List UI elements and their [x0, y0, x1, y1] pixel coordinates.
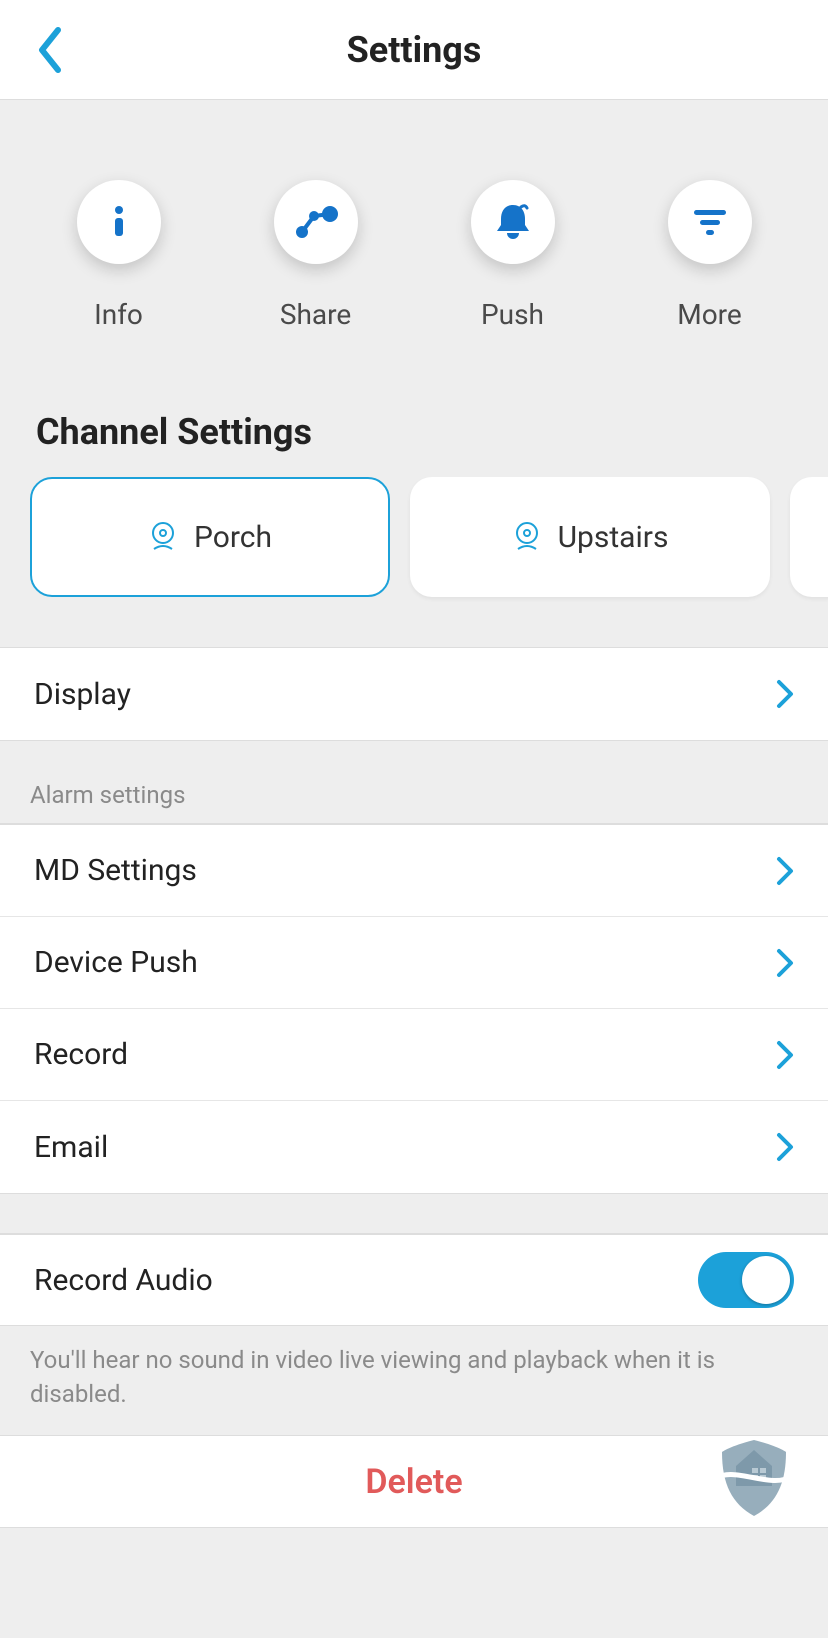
channel-card-peek[interactable] — [790, 477, 828, 597]
chevron-right-icon — [776, 948, 794, 978]
header: Settings — [0, 0, 828, 100]
device-push-label: Device Push — [34, 945, 198, 980]
alarm-settings-header: Alarm settings — [0, 741, 828, 824]
back-button[interactable] — [30, 20, 70, 80]
alarm-group: MD Settings Device Push Record Email — [0, 824, 828, 1194]
channel-settings-title: Channel Settings — [0, 391, 828, 477]
page-title: Settings — [347, 29, 482, 71]
info-label: Info — [94, 298, 143, 331]
chevron-right-icon — [776, 679, 794, 709]
more-button[interactable]: More — [668, 180, 752, 331]
chevron-right-icon — [776, 1040, 794, 1070]
camera-icon — [512, 521, 542, 553]
delete-button[interactable]: Delete — [0, 1436, 828, 1528]
toggle-knob — [742, 1256, 790, 1304]
email-label: Email — [34, 1130, 108, 1165]
record-label: Record — [34, 1037, 128, 1072]
channel-card-porch[interactable]: Porch — [30, 477, 390, 597]
display-group: Display — [0, 647, 828, 741]
chevron-right-icon — [776, 856, 794, 886]
info-button[interactable]: Info — [77, 180, 161, 331]
email-row[interactable]: Email — [0, 1101, 828, 1193]
record-audio-label: Record Audio — [34, 1263, 213, 1298]
share-button[interactable]: Share — [274, 180, 358, 331]
record-audio-help: You'll hear no sound in video live viewi… — [0, 1326, 828, 1436]
delete-label: Delete — [365, 1462, 462, 1502]
push-label: Push — [481, 298, 544, 331]
bell-icon — [471, 180, 555, 264]
more-label: More — [677, 298, 742, 331]
channel-label: Upstairs — [558, 520, 669, 555]
share-icon — [274, 180, 358, 264]
action-grid: Info Share Push — [0, 100, 828, 391]
record-audio-row: Record Audio — [0, 1234, 828, 1326]
camera-icon — [148, 521, 178, 553]
channel-label: Porch — [194, 520, 272, 555]
chevron-right-icon — [776, 1132, 794, 1162]
share-label: Share — [280, 298, 351, 331]
filter-icon — [668, 180, 752, 264]
channel-card-upstairs[interactable]: Upstairs — [410, 477, 770, 597]
record-row[interactable]: Record — [0, 1009, 828, 1101]
md-settings-row[interactable]: MD Settings — [0, 825, 828, 917]
record-audio-toggle[interactable] — [698, 1252, 794, 1308]
channel-row: Porch Upstairs — [0, 477, 828, 647]
spacer — [0, 1194, 828, 1234]
push-button[interactable]: Push — [471, 180, 555, 331]
device-push-row[interactable]: Device Push — [0, 917, 828, 1009]
display-row[interactable]: Display — [0, 648, 828, 740]
display-label: Display — [34, 677, 131, 712]
info-icon — [77, 180, 161, 264]
md-settings-label: MD Settings — [34, 853, 197, 888]
chevron-left-icon — [36, 26, 64, 74]
